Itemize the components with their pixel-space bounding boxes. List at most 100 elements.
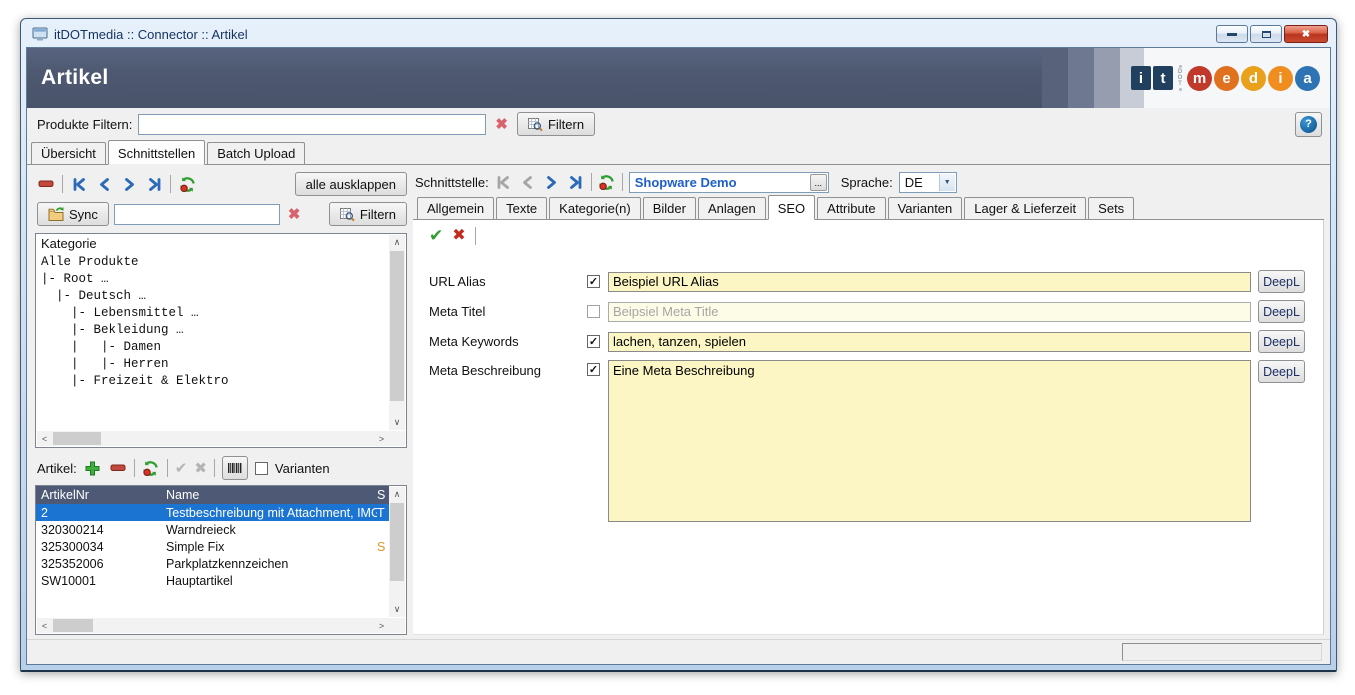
table-horizontal-scrollbar[interactable]: < > (37, 618, 389, 633)
meta-titel-input[interactable] (608, 302, 1251, 322)
seo-field-meta-keywords: Meta Keywords DeepL (429, 330, 1305, 353)
table-row[interactable]: 2 Testbeschreibung mit Attachment, IMG T (36, 504, 389, 521)
tab-attribute[interactable]: Attribute (817, 197, 885, 220)
tab-batch-upload[interactable]: Batch Upload (207, 142, 305, 165)
varianten-checkbox[interactable] (255, 462, 268, 475)
meta-keywords-checkbox[interactable] (587, 335, 600, 348)
add-article-button[interactable] (84, 459, 102, 477)
scrollbar-thumb[interactable] (390, 251, 404, 401)
scroll-down-icon[interactable]: ∨ (389, 602, 405, 617)
first-icon (72, 177, 87, 192)
tab-kategorien[interactable]: Kategorie(n) (549, 197, 641, 220)
logo-letter-i2: i (1268, 66, 1293, 91)
table-row[interactable]: SW10001 Hauptartikel (36, 572, 389, 589)
scroll-left-icon[interactable]: < (37, 618, 52, 633)
clear-filter-icon[interactable]: ✖ (492, 117, 511, 132)
tree-node[interactable]: |- Deutsch … (41, 288, 386, 305)
expand-all-button[interactable]: alle ausklappen (295, 172, 407, 196)
maximize-button[interactable] (1250, 25, 1282, 43)
scroll-up-icon[interactable]: ∧ (389, 487, 405, 502)
scrollbar-thumb[interactable] (53, 619, 93, 632)
tree-node[interactable]: Alle Produkte (41, 254, 386, 271)
logo-dot-text: DOT (1175, 64, 1185, 92)
table-row[interactable]: 325300034 Simple Fix S (36, 538, 389, 555)
interface-first-button[interactable] (495, 173, 513, 191)
refresh-articles-button[interactable] (142, 459, 160, 477)
nav-first-button[interactable] (70, 175, 88, 193)
nav-next-button[interactable] (120, 175, 138, 193)
scrollbar-thumb[interactable] (53, 432, 101, 445)
product-filter-input[interactable] (138, 114, 486, 135)
scroll-right-icon[interactable]: > (374, 618, 389, 633)
language-select[interactable]: DE ▼ (899, 172, 957, 193)
content-area: alle ausklappen Sync ✖ Filtern (27, 165, 1330, 639)
save-icon[interactable]: ✔ (429, 227, 443, 244)
clear-search-icon[interactable]: ✖ (285, 207, 304, 222)
tree-node[interactable]: |- Lebensmittel … (41, 305, 386, 322)
remove-category-button[interactable] (37, 175, 55, 193)
interface-prev-button[interactable] (519, 173, 537, 191)
interface-next-button[interactable] (543, 173, 561, 191)
scroll-right-icon[interactable]: > (374, 431, 389, 446)
url-alias-checkbox[interactable] (587, 275, 600, 288)
tab-allgemein[interactable]: Allgemein (417, 197, 494, 220)
column-header-name[interactable]: Name (166, 488, 377, 502)
tab-anlagen[interactable]: Anlagen (698, 197, 766, 220)
browse-interface-button[interactable]: ... (810, 174, 827, 191)
tab-texte[interactable]: Texte (496, 197, 547, 220)
meta-beschreibung-checkbox[interactable] (587, 363, 600, 376)
deepl-button[interactable]: DeepL (1258, 300, 1305, 323)
help-button[interactable]: ? (1295, 112, 1322, 137)
page-title: Artikel (41, 66, 108, 90)
table-row[interactable]: 320300214 Warndreieck (36, 521, 389, 538)
url-alias-input[interactable] (608, 272, 1251, 292)
chevron-down-icon[interactable]: ▼ (939, 174, 955, 191)
category-search-input[interactable] (114, 204, 280, 225)
tab-schnittstellen[interactable]: Schnittstellen (108, 140, 205, 165)
scroll-up-icon[interactable]: ∧ (389, 235, 405, 250)
tab-uebersicht[interactable]: Übersicht (31, 142, 106, 165)
meta-titel-checkbox[interactable] (587, 305, 600, 318)
scrollbar-thumb[interactable] (390, 503, 404, 581)
tree-node[interactable]: | |- Damen (41, 339, 386, 356)
product-filtern-button[interactable]: Filtern (517, 112, 595, 136)
column-header-artikelnr[interactable]: ArtikelNr (36, 488, 166, 502)
tree-node[interactable]: |- Freizeit & Elektro (41, 373, 386, 390)
scroll-left-icon[interactable]: < (37, 431, 52, 446)
tab-lager-lieferzeit[interactable]: Lager & Lieferzeit (964, 197, 1086, 220)
table-vertical-scrollbar[interactable]: ∧ ∨ (389, 487, 405, 617)
meta-beschreibung-textarea[interactable]: Eine Meta Beschreibung (608, 360, 1251, 522)
discard-icon[interactable]: ✖ (452, 228, 465, 244)
scroll-down-icon[interactable]: ∨ (389, 415, 405, 430)
tab-sets[interactable]: Sets (1088, 197, 1134, 220)
refresh-categories-button[interactable] (178, 175, 196, 193)
tree-horizontal-scrollbar[interactable]: < > (37, 431, 389, 446)
deepl-button[interactable]: DeepL (1258, 270, 1305, 293)
tab-varianten[interactable]: Varianten (888, 197, 963, 220)
tree-node[interactable]: |- Root … (41, 271, 386, 288)
deepl-button[interactable]: DeepL (1258, 330, 1305, 353)
deepl-button[interactable]: DeepL (1258, 360, 1305, 383)
sync-button[interactable]: Sync (37, 202, 109, 226)
table-row[interactable]: 325352006 Parkplatzkennzeichen (36, 555, 389, 572)
tab-bilder[interactable]: Bilder (643, 197, 696, 220)
window-icon[interactable] (32, 27, 48, 41)
seo-field-meta-beschreibung: Meta Beschreibung Eine Meta Beschreibung… (429, 360, 1305, 522)
tree-node[interactable]: |- Bekleidung … (41, 322, 386, 339)
close-button[interactable]: ✖ (1284, 25, 1328, 43)
app-window: itDOTmedia :: Connector :: Artikel ✖ Art… (20, 18, 1337, 672)
meta-keywords-input[interactable] (608, 332, 1251, 352)
nav-prev-button[interactable] (95, 175, 113, 193)
interface-last-button[interactable] (567, 173, 585, 191)
remove-article-button[interactable] (109, 459, 127, 477)
nav-last-button[interactable] (145, 175, 163, 193)
column-header-extra[interactable]: S (377, 488, 389, 502)
interface-name-field[interactable]: Shopware Demo ... (629, 172, 829, 193)
minimize-button[interactable] (1216, 25, 1248, 43)
tree-vertical-scrollbar[interactable]: ∧ ∨ (389, 235, 405, 430)
tab-seo[interactable]: SEO (768, 195, 815, 220)
category-filtern-button[interactable]: Filtern (329, 202, 407, 226)
barcode-button[interactable] (222, 456, 248, 480)
tree-node[interactable]: | |- Herren (41, 356, 386, 373)
refresh-interface-button[interactable] (598, 173, 616, 191)
